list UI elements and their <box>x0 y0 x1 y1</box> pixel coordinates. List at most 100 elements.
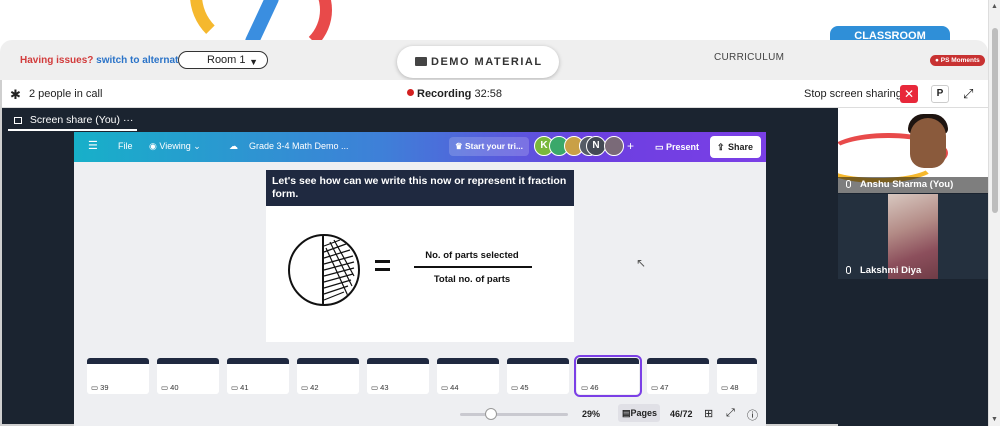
slide-thumbnail[interactable]: ▭ 40 <box>157 358 219 394</box>
stop-screen-sharing-label[interactable]: Stop screen sharing <box>804 88 902 100</box>
zoom-slider-handle[interactable] <box>485 408 497 420</box>
canva-toolbar: ☰ File ◉ Viewing ⌄ ☁ Grade 3-4 Math Demo… <box>74 132 766 162</box>
start-trial-label: Start your tri... <box>464 141 524 151</box>
slide-thumbnail[interactable]: ▭ 47 <box>647 358 709 394</box>
equals-sign <box>375 260 390 271</box>
thumbnail-number: ▭ 40 <box>161 383 179 392</box>
scroll-up-icon[interactable]: ▲ <box>991 3 998 10</box>
vertical-scrollbar[interactable]: ▲ ▼ <box>988 0 1000 426</box>
ps-moments-label: PS Moments <box>940 57 980 64</box>
participant-name-label: Anshu Sharma (You) <box>838 177 988 193</box>
fraction-circle <box>288 234 360 306</box>
people-count: 2 people in call <box>29 88 103 100</box>
participant-face <box>910 118 946 168</box>
slide-thumbnail[interactable]: ▭ 45 <box>507 358 569 394</box>
start-trial-button[interactable]: ♛ Start your tri... <box>449 137 529 156</box>
pages-icon: ▤ <box>622 408 631 418</box>
fullscreen-icon[interactable]: ⤢ <box>963 86 973 102</box>
current-slide: Let's see how can we write this now or r… <box>266 170 574 342</box>
monitor-icon <box>14 117 22 124</box>
p-button[interactable]: P <box>931 85 949 103</box>
participants-panel: Anshu Sharma (You) Lakshmi Diya <box>838 108 988 426</box>
recording-dot-icon <box>407 89 414 96</box>
present-label: Present <box>665 142 699 152</box>
present-button[interactable]: ▭ Present <box>649 137 705 157</box>
thumbnail-number: ▭ 48 <box>721 383 739 392</box>
slide-thumbnails: ▭ 39 ▭ 40 ▭ 41 ▭ 42 ▭ 43 ▭ 44 ▭ 45 ▭ 46 … <box>84 355 766 397</box>
stop-sharing-close-button[interactable]: ✕ <box>900 85 918 103</box>
participant-name-label: Lakshmi Diya <box>838 263 988 279</box>
slide-thumbnail[interactable]: ▭ 43 <box>367 358 429 394</box>
zoom-value: 29% <box>582 409 601 419</box>
present-icon: ▭ <box>655 142 664 152</box>
call-bar: ✱ 2 people in call Recording 32:58 Stop … <box>2 80 988 108</box>
thumbnail-number: ▭ 45 <box>511 383 529 392</box>
grid-view-icon[interactable]: ⊞ <box>704 407 713 420</box>
participant-name: Anshu Sharma (You) <box>860 179 954 190</box>
mic-icon <box>846 266 851 274</box>
slide-thumbnail[interactable]: ▭ 48 <box>717 358 757 394</box>
shared-screen: ☰ File ◉ Viewing ⌄ ☁ Grade 3-4 Math Demo… <box>74 132 766 426</box>
mic-icon <box>846 180 851 188</box>
help-icon[interactable]: ⓘ <box>747 407 758 423</box>
fraction-bar <box>414 266 532 268</box>
share-label: Share <box>727 142 753 152</box>
header-bar: Having issues? switch to alternate room … <box>0 40 988 80</box>
ps-moments-badge[interactable]: ● PS Moments <box>930 55 985 66</box>
participant-video[interactable]: Anshu Sharma (You) <box>838 108 988 193</box>
share-button[interactable]: ⇪ Share <box>710 136 761 158</box>
demo-material-button[interactable]: DEMO MATERIAL <box>397 46 559 78</box>
slide-thumbnail[interactable]: ▭ 39 <box>87 358 149 394</box>
fraction-numerator: No. of parts selected <box>425 250 519 261</box>
pages-label: Pages <box>630 408 657 418</box>
zoom-slider[interactable] <box>460 413 568 416</box>
thumbnail-number: ▭ 42 <box>301 383 319 392</box>
screen-share-tab[interactable]: Screen share (You) ··· <box>8 111 138 131</box>
pages-button[interactable]: ▤ Pages <box>618 404 660 422</box>
viewing-label: Viewing <box>159 141 191 151</box>
mouse-cursor-icon: ↖ <box>636 256 647 270</box>
room-select[interactable]: Room 1 ▼ <box>178 51 268 69</box>
recording-status: Recording 32:58 <box>407 88 502 100</box>
scrollbar-thumb[interactable] <box>992 28 998 213</box>
thumbnail-number: ▭ 47 <box>651 383 669 392</box>
gear-icon[interactable]: ✱ <box>10 87 21 103</box>
room-select-value: Room 1 <box>207 54 246 66</box>
participant-name: Lakshmi Diya <box>860 265 922 276</box>
slide-thumbnail[interactable]: ▭ 44 <box>437 358 499 394</box>
participant-video[interactable]: Lakshmi Diya <box>838 194 988 279</box>
recording-time: 32:58 <box>474 88 502 100</box>
scroll-down-icon[interactable]: ▼ <box>991 416 998 423</box>
canva-bottom-bar: 29% ▤ Pages 46/72 ⊞ ⤢ ⓘ <box>74 402 766 426</box>
slide-thumbnail[interactable]: ▭ 42 <box>297 358 359 394</box>
caret-down-icon: ▼ <box>249 57 258 67</box>
add-collaborator-button[interactable]: + <box>627 139 634 153</box>
folder-icon <box>415 57 427 66</box>
eye-icon: ◉ <box>149 141 160 151</box>
screen-share-label: Screen share (You) <box>29 114 121 126</box>
recording-label: Recording <box>417 88 472 100</box>
slide-heading: Let's see how can we write this now or r… <box>266 170 574 206</box>
menu-icon[interactable]: ☰ <box>88 139 98 152</box>
thumbnail-number: ▭ 41 <box>231 383 249 392</box>
half-shaded-circle <box>322 236 355 304</box>
thumbnail-number: ▭ 43 <box>371 383 389 392</box>
call-container: ✱ 2 people in call Recording 32:58 Stop … <box>0 80 988 426</box>
thumbnail-number: ▭ 46 <box>581 383 599 392</box>
avatar[interactable]: N <box>586 136 606 156</box>
curriculum-tab[interactable]: CURRICULUM <box>714 52 784 63</box>
slide-thumbnail-selected[interactable]: ▭ 46 <box>574 355 642 397</box>
more-options-icon[interactable]: ··· <box>123 114 134 126</box>
expand-icon[interactable]: ⤢ <box>726 407 735 420</box>
page-index: 46/72 <box>670 409 693 419</box>
file-menu[interactable]: File <box>118 141 133 151</box>
slide-thumbnail[interactable]: ▭ 41 <box>227 358 289 394</box>
chevron-down-icon: ⌄ <box>190 141 201 151</box>
issues-label: Having issues? <box>20 55 94 66</box>
demo-material-label: DEMO MATERIAL <box>431 56 543 68</box>
document-title[interactable]: Grade 3-4 Math Demo ... <box>249 141 349 151</box>
viewing-menu[interactable]: ◉ Viewing ⌄ <box>149 141 201 152</box>
share-icon: ⇪ <box>717 142 725 152</box>
avatar[interactable] <box>604 136 624 156</box>
thumbnail-number: ▭ 44 <box>441 383 459 392</box>
